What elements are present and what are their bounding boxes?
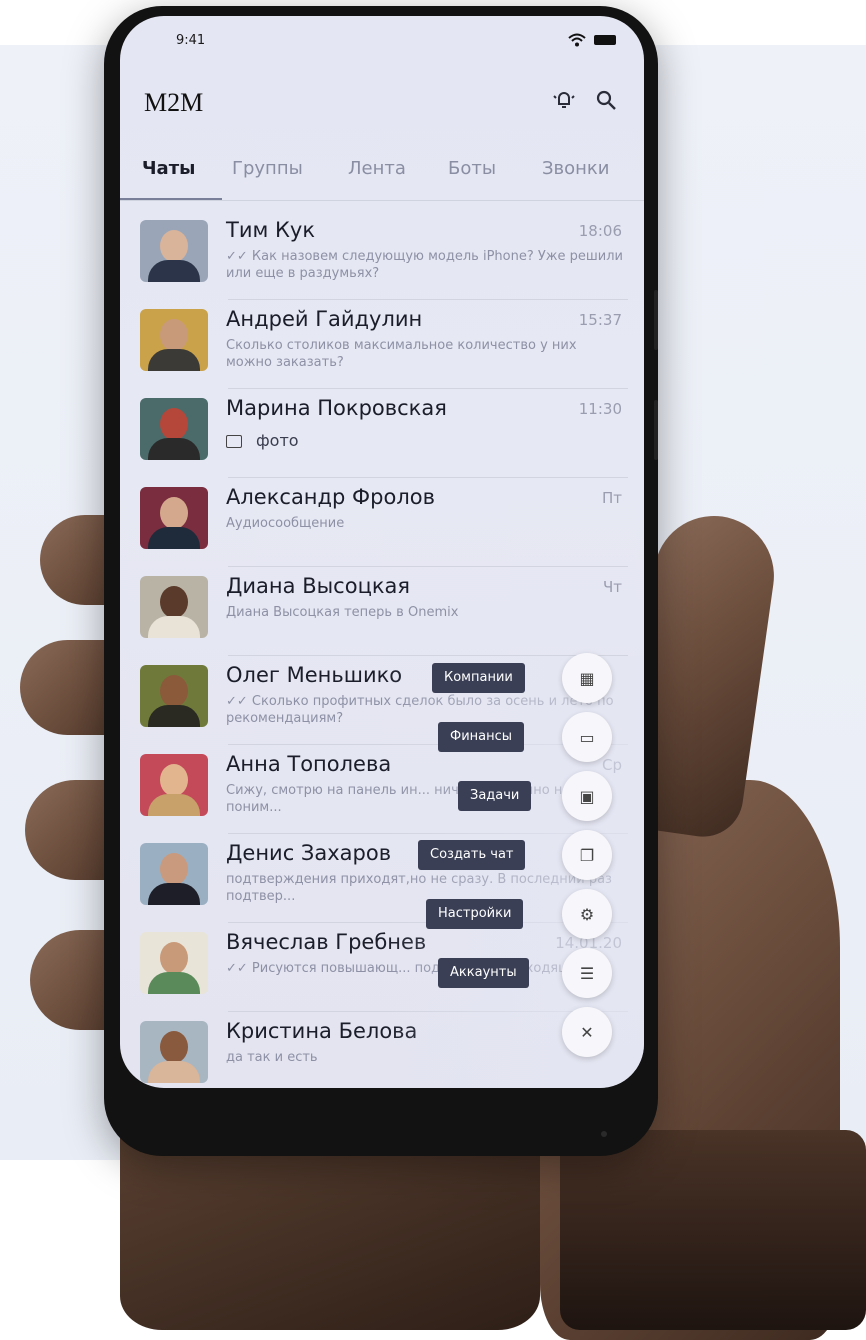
- menu-finance-label[interactable]: Финансы: [438, 722, 525, 752]
- status-time: 9:41: [176, 33, 206, 48]
- close-glyph: ✕: [580, 1022, 594, 1042]
- chat-preview: Диана Высоцкая теперь в Onemix: [226, 605, 459, 620]
- chat-preview: Аудиосообщение: [226, 516, 345, 531]
- battery-icon: [594, 35, 616, 45]
- clipboard-icon[interactable]: ▣: [562, 771, 612, 821]
- chat-preview: да так и есть: [226, 1050, 318, 1065]
- menu-accounts-label[interactable]: Аккаунты: [438, 958, 529, 988]
- building-icon[interactable]: ▦: [562, 653, 612, 703]
- menu-settings-label[interactable]: Настройки: [426, 899, 524, 929]
- bell-icon[interactable]: [552, 88, 576, 112]
- chat-row[interactable]: Александр Фролов Пт Аудиосообщение: [120, 479, 644, 567]
- avatar: [140, 398, 208, 460]
- photo-icon: [226, 435, 242, 448]
- wifi-icon: [568, 33, 586, 47]
- avatar: [140, 665, 208, 727]
- new-chat-icon[interactable]: ❐: [562, 830, 612, 880]
- tab-indicator: [120, 198, 222, 200]
- status-bar: 9:41: [120, 16, 644, 56]
- chat-name: Кристина Белова: [226, 1019, 418, 1043]
- tab-feed[interactable]: Лента: [348, 158, 406, 179]
- chat-time: Ср: [602, 756, 622, 774]
- accounts-glyph: ☰: [579, 963, 595, 983]
- accounts-icon[interactable]: ☰: [562, 948, 612, 998]
- chat-preview-text: фото: [256, 431, 299, 450]
- tab-calls[interactable]: Звонки: [542, 158, 610, 179]
- avatar: [140, 932, 208, 994]
- money-icon[interactable]: ▭: [562, 712, 612, 762]
- phone-screen: 9:41 M2M Чаты Группы Лента Боты Звонки Т…: [120, 16, 644, 1088]
- chat-time: 15:37: [578, 311, 622, 329]
- chat-name: Марина Покровская: [226, 396, 447, 420]
- avatar: [140, 1021, 208, 1083]
- menu-new-chat-label[interactable]: Создать чат: [418, 840, 526, 870]
- chat-row[interactable]: Андрей Гайдулин 15:37 Сколько столиков м…: [120, 301, 644, 389]
- volume-button: [654, 290, 658, 350]
- chat-name: Диана Высоцкая: [226, 574, 411, 598]
- chat-preview: фото: [226, 432, 626, 449]
- wrist: [560, 1130, 866, 1330]
- phone-sensor: [601, 1131, 607, 1137]
- chat-time: 18:06: [578, 222, 622, 240]
- gear-glyph: ⚙: [579, 904, 595, 924]
- chat-name: Олег Меньшико: [226, 663, 403, 687]
- chat-name: Анна Тополева: [226, 752, 392, 776]
- money-glyph: ▭: [579, 727, 595, 747]
- chat-preview: Сколько столиков максимальное количество…: [226, 338, 577, 370]
- avatar: [140, 843, 208, 905]
- avatar: [140, 487, 208, 549]
- chat-time: 11:30: [578, 400, 622, 418]
- phone: 9:41 M2M Чаты Группы Лента Боты Звонки Т…: [104, 6, 658, 1156]
- clipboard-glyph: ▣: [579, 786, 595, 806]
- tab-groups[interactable]: Группы: [232, 158, 303, 179]
- avatar: [140, 754, 208, 816]
- chat-name: Вячеслав Гребнев: [226, 930, 427, 954]
- menu-tasks-label[interactable]: Задачи: [458, 781, 532, 811]
- close-icon[interactable]: ✕: [562, 1007, 612, 1057]
- building-glyph: ▦: [579, 668, 595, 688]
- search-icon[interactable]: [594, 88, 618, 112]
- chat-name: Александр Фролов: [226, 485, 435, 509]
- chat-name: Андрей Гайдулин: [226, 307, 423, 331]
- chat-row[interactable]: Марина Покровская 11:30 фото: [120, 390, 644, 478]
- tab-bots[interactable]: Боты: [448, 158, 496, 179]
- chat-row[interactable]: Тим Кук 18:06 ✓✓ Как назовем следующую м…: [120, 212, 644, 300]
- chat-time: Пт: [601, 489, 622, 507]
- app-title: M2M: [144, 88, 204, 117]
- chat-name: Тим Кук: [226, 218, 316, 242]
- gear-icon[interactable]: ⚙: [562, 889, 612, 939]
- chat-row[interactable]: Диана Высоцкая Чт Диана Высоцкая теперь …: [120, 568, 644, 656]
- new-chat-glyph: ❐: [579, 845, 595, 865]
- chat-name: Денис Захаров: [226, 841, 392, 865]
- tab-chats[interactable]: Чаты: [142, 158, 195, 179]
- avatar: [140, 576, 208, 638]
- avatar: [140, 309, 208, 371]
- chat-preview: ✓✓ Как назовем следующую модель iPhone? …: [226, 249, 624, 281]
- chat-time: Чт: [602, 578, 622, 596]
- power-button: [654, 400, 658, 460]
- avatar: [140, 220, 208, 282]
- menu-companies-label[interactable]: Компании: [432, 663, 525, 693]
- tab-bar: Чаты Группы Лента Боты Звонки: [120, 146, 644, 201]
